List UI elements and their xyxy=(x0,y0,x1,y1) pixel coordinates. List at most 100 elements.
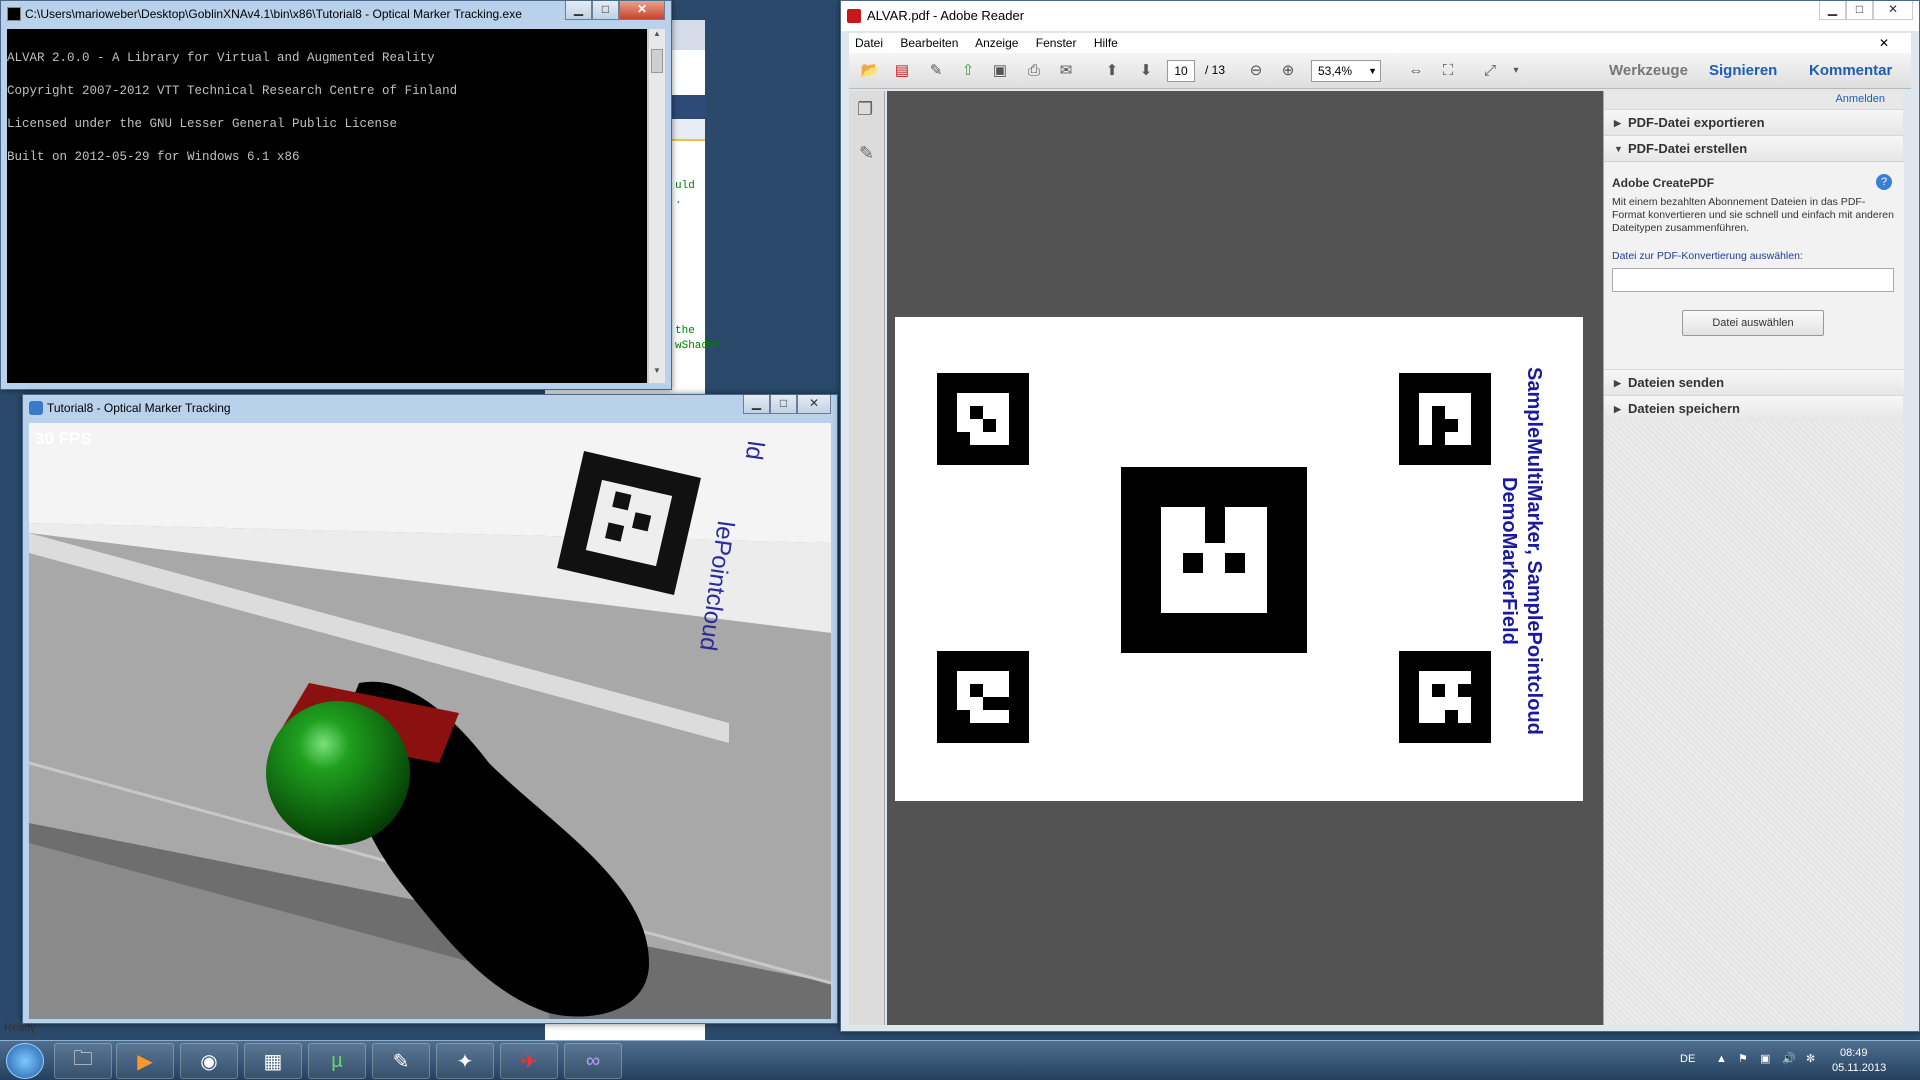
zoom-value: 53,4% xyxy=(1318,64,1353,78)
fit-page-icon[interactable]: ⛶ xyxy=(1437,60,1459,82)
menu-fenster[interactable]: Fenster xyxy=(1036,36,1077,50)
dropbox-icon[interactable]: ✼ xyxy=(1806,1052,1815,1065)
page-up-icon[interactable]: ⬆ xyxy=(1101,60,1123,82)
tracking-title: Tutorial8 - Optical Marker Tracking xyxy=(47,401,231,415)
menu-bearbeiten[interactable]: Bearbeiten xyxy=(900,36,958,50)
close-icon[interactable]: ✕ xyxy=(619,1,665,20)
page-number-input[interactable]: 10 xyxy=(1167,60,1195,82)
marker-cell xyxy=(1445,710,1458,723)
create-desc: Mit einem bezahlten Abonnement Dateien i… xyxy=(1612,196,1894,234)
pdf-icon xyxy=(847,9,861,23)
more-tools-icon[interactable]: ▾ xyxy=(1505,60,1527,82)
console-line: ALVAR 2.0.0 - A Library for Virtual and … xyxy=(7,51,435,65)
section-export-label: PDF-Datei exportieren xyxy=(1628,115,1765,130)
tab-signieren[interactable]: Signieren xyxy=(1709,62,1777,79)
language-indicator[interactable]: DE xyxy=(1680,1053,1695,1065)
start-button[interactable] xyxy=(6,1043,44,1079)
document-area[interactable]: SampleMultiMarker, SamplePointcloud Demo… xyxy=(887,91,1623,1025)
choose-file-button[interactable]: Datei auswählen xyxy=(1682,310,1824,336)
triangle-right-icon: ▶ xyxy=(1614,378,1621,388)
marker-cell xyxy=(1183,553,1203,573)
signin-link[interactable]: Anmelden xyxy=(1835,93,1885,105)
save-icon[interactable]: ▣ xyxy=(989,60,1011,82)
section-create[interactable]: ▼ PDF-Datei erstellen xyxy=(1604,135,1903,161)
scroll-down-icon[interactable]: ▼ xyxy=(649,366,665,383)
section-send[interactable]: ▶ Dateien senden xyxy=(1604,369,1903,395)
page-text-1: SampleMultiMarker, SamplePointcloud xyxy=(1523,367,1545,735)
zoom-out-icon[interactable]: ⊖ xyxy=(1245,60,1267,82)
console-scrollbar[interactable]: ▲ ▼ xyxy=(648,29,665,383)
open-icon[interactable]: 📂 xyxy=(859,60,881,82)
menu-hilfe[interactable]: Hilfe xyxy=(1094,36,1118,50)
maximize-icon[interactable]: □ xyxy=(592,1,619,20)
scroll-up-icon[interactable]: ▲ xyxy=(649,29,665,46)
tab-werkzeuge[interactable]: Werkzeuge xyxy=(1609,62,1688,79)
page-total: / 13 xyxy=(1205,63,1226,77)
section-save[interactable]: ▶ Dateien speichern xyxy=(1604,395,1903,421)
section-export[interactable]: ▶ PDF-Datei exportieren xyxy=(1604,109,1903,135)
upload-icon[interactable]: ⇧ xyxy=(957,60,979,82)
media-player-icon[interactable]: ▶ xyxy=(116,1043,174,1079)
volume-icon[interactable]: 🔊 xyxy=(1782,1052,1796,1065)
network-icon[interactable]: ▣ xyxy=(1760,1052,1770,1065)
pdf-page: SampleMultiMarker, SamplePointcloud Demo… xyxy=(895,317,1583,801)
chrome-icon[interactable]: ◉ xyxy=(180,1043,238,1079)
camera-viewport[interactable]: 30 FPS lePointcloud ld xyxy=(29,423,831,1019)
fit-width-icon[interactable]: ⇔ xyxy=(1405,60,1427,82)
pages-icon[interactable]: ❐ xyxy=(857,99,873,120)
marker-cell xyxy=(983,419,996,432)
tracking-titlebar[interactable]: Tutorial8 - Optical Marker Tracking xyxy=(23,395,837,421)
print-icon[interactable]: ⎙ xyxy=(1023,60,1045,82)
marker-cell xyxy=(983,697,1009,710)
create-pdf-icon[interactable]: ▤ xyxy=(891,60,913,82)
explorer-icon[interactable]: 🗀 xyxy=(54,1043,112,1079)
close-icon[interactable]: ✕ xyxy=(797,395,831,414)
console-caption-buttons: ▁ □ ✕ xyxy=(565,1,665,21)
adobe-reader-icon[interactable]: ✈ xyxy=(500,1043,558,1079)
visual-studio-icon[interactable]: ∞ xyxy=(564,1043,622,1079)
console-window[interactable]: C:\Users\marioweber\Desktop\GoblinXNAv4.… xyxy=(0,0,672,390)
taskbar: 🗀 ▶ ◉ ▦ µ ✎ ✦ ✈ ∞ DE ▲ ⚑ ▣ 🔊 ✼ 08:49 05.… xyxy=(0,1040,1920,1080)
maximize-icon[interactable]: □ xyxy=(1846,1,1873,20)
code-fragment-3: the xyxy=(675,325,695,337)
edit-icon[interactable]: ✎ xyxy=(925,60,947,82)
winrar-icon[interactable]: ▦ xyxy=(244,1043,302,1079)
marker-cell xyxy=(1205,507,1225,543)
help-icon[interactable]: ? xyxy=(1876,174,1892,190)
panel-hatch xyxy=(1604,421,1904,1025)
close-icon[interactable]: ✕ xyxy=(1873,1,1913,20)
zoom-select[interactable]: 53,4% ▼ xyxy=(1311,60,1381,82)
tab-kommentar[interactable]: Kommentar xyxy=(1809,62,1892,79)
notepad-icon[interactable]: ✎ xyxy=(372,1043,430,1079)
scroll-thumb[interactable] xyxy=(651,49,663,73)
file-input[interactable] xyxy=(1612,268,1894,292)
page-down-icon[interactable]: ⬇ xyxy=(1135,60,1157,82)
section-create-label: PDF-Datei erstellen xyxy=(1628,141,1748,156)
minimize-icon[interactable]: ▁ xyxy=(743,395,770,414)
flag-icon[interactable]: ⚑ xyxy=(1738,1052,1748,1065)
reader-window[interactable]: ALVAR.pdf - Adobe Reader ▁ □ ✕ Datei Bea… xyxy=(840,0,1920,1032)
clock-date[interactable]: 05.11.2013 xyxy=(1832,1062,1886,1074)
page-text-2: DemoMarkerField xyxy=(1498,477,1520,645)
chevron-down-icon[interactable]: ▼ xyxy=(1368,61,1377,81)
reader-menubar: Datei Bearbeiten Anzeige Fenster Hilfe ✕ xyxy=(849,33,1911,53)
reader-titlebar[interactable]: ALVAR.pdf - Adobe Reader xyxy=(841,1,1919,31)
tray-expand-icon[interactable]: ▲ xyxy=(1716,1053,1727,1065)
marker-cell xyxy=(1432,684,1445,697)
menu-anzeige[interactable]: Anzeige xyxy=(975,36,1018,50)
maximize-icon[interactable]: □ xyxy=(770,395,797,414)
menu-datei[interactable]: Datei xyxy=(855,36,883,50)
fullscreen-icon[interactable]: ⤢ xyxy=(1479,60,1501,82)
attachment-icon[interactable]: ✎ xyxy=(859,143,874,164)
clock-time[interactable]: 08:49 xyxy=(1840,1047,1868,1059)
game-controller-icon[interactable]: ✦ xyxy=(436,1043,494,1079)
email-icon[interactable]: ✉ xyxy=(1055,60,1077,82)
tracking-window[interactable]: Tutorial8 - Optical Marker Tracking ▁ □ … xyxy=(22,394,838,1024)
reader-caption-buttons: ▁ □ ✕ xyxy=(1819,1,1913,21)
close-doc-icon[interactable]: ✕ xyxy=(1879,33,1889,53)
tray: DE ▲ ⚑ ▣ 🔊 ✼ 08:49 05.11.2013 xyxy=(1660,1041,1920,1080)
zoom-in-icon[interactable]: ⊕ xyxy=(1277,60,1299,82)
minimize-icon[interactable]: ▁ xyxy=(1819,1,1846,20)
minimize-icon[interactable]: ▁ xyxy=(565,1,592,20)
utorrent-icon[interactable]: µ xyxy=(308,1043,366,1079)
